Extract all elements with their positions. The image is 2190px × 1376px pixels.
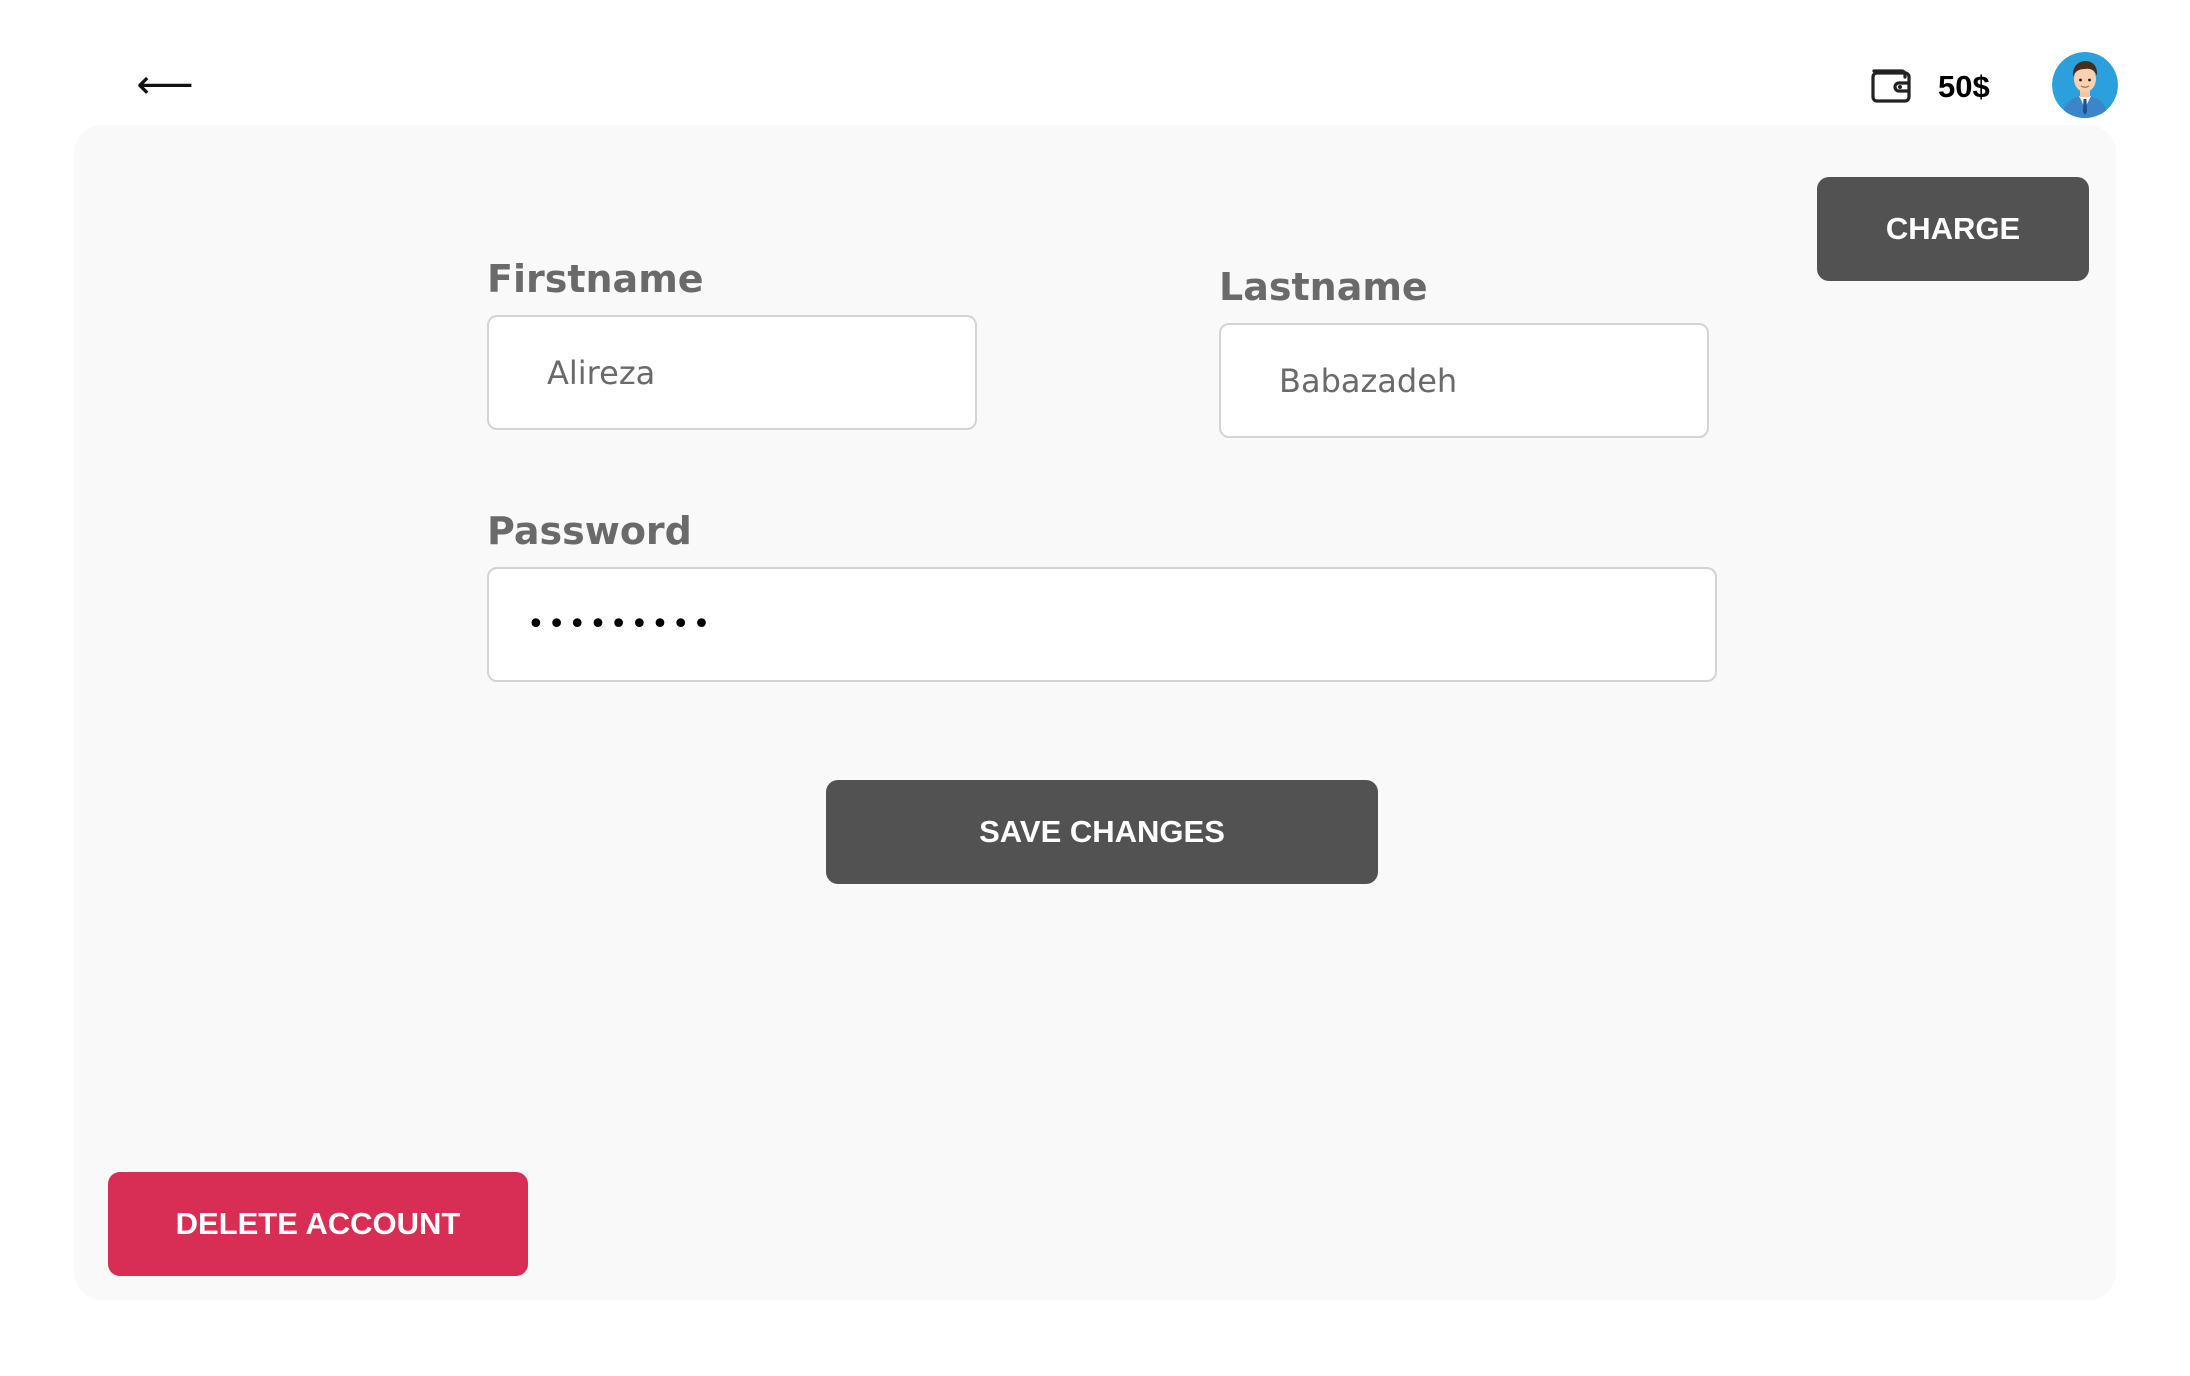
profile-card: CHARGE Firstname Alireza Lastname Babaza… — [74, 125, 2116, 1300]
lastname-input[interactable]: Babazadeh — [1219, 323, 1709, 438]
firstname-value: Alireza — [547, 353, 656, 392]
wallet-balance: 50$ — [1938, 69, 1990, 104]
back-arrow-icon[interactable]: ⟵ — [136, 60, 193, 110]
firstname-input[interactable]: Alireza — [487, 315, 977, 430]
lastname-label: Lastname — [1219, 265, 1428, 309]
firstname-label: Firstname — [487, 257, 704, 301]
password-value: ••••••••• — [527, 607, 714, 642]
password-input[interactable]: ••••••••• — [487, 567, 1717, 682]
user-avatar[interactable] — [2052, 52, 2118, 118]
delete-account-button[interactable]: DELETE ACCOUNT — [108, 1172, 528, 1276]
wallet-icon — [1871, 69, 1911, 103]
lastname-value: Babazadeh — [1279, 361, 1458, 400]
save-changes-button[interactable]: SAVE CHANGES — [826, 780, 1378, 884]
charge-button[interactable]: CHARGE — [1817, 177, 2089, 281]
password-label: Password — [487, 509, 692, 553]
